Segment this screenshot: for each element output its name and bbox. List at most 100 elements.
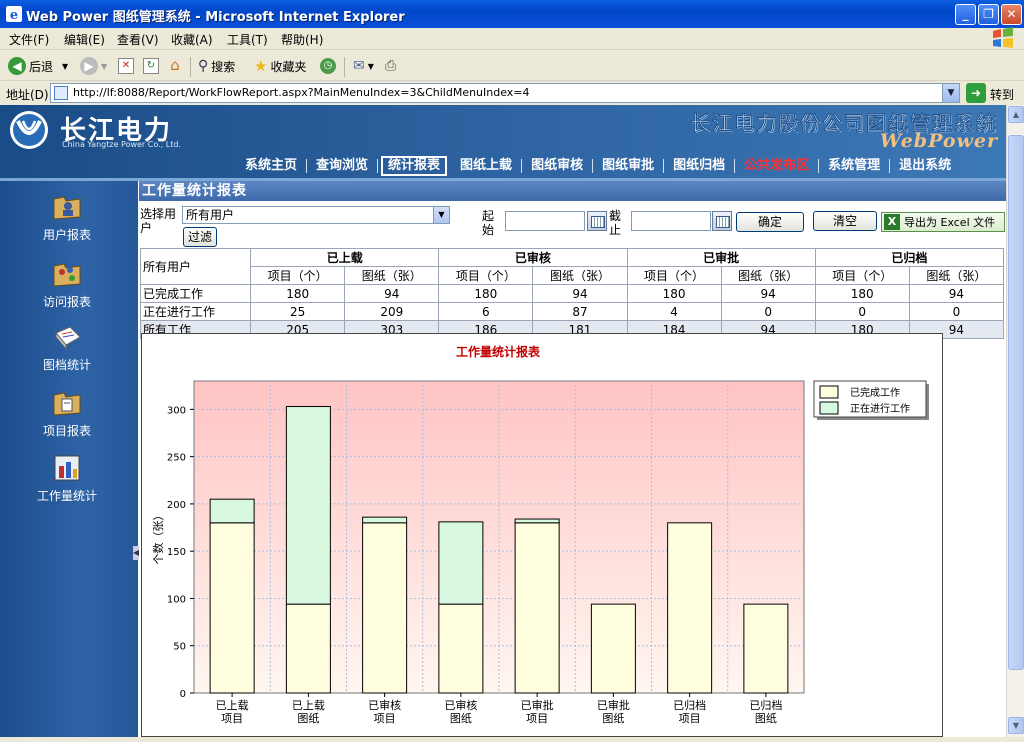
workload-chart: 工作量统计报表 0 50 100 150 200 250 300 个数（张） 已上载 项目 已上载 图纸…	[141, 333, 943, 737]
chevron-down-icon[interactable]: ▼	[433, 207, 449, 223]
filter-button[interactable]: 过滤	[183, 227, 217, 247]
legend-label: 已完成工作	[850, 386, 900, 399]
sidebar-item-workload-stats[interactable]: 工作量统计	[0, 454, 134, 504]
sidebar-item-visit-report[interactable]: 访问报表	[0, 260, 134, 310]
nav-review[interactable]: 图纸审核	[522, 159, 594, 173]
folder-visit-icon	[53, 263, 81, 287]
sidebar-item-project-report[interactable]: 项目报表	[0, 389, 134, 439]
calendar-icon[interactable]	[712, 211, 732, 231]
table-row: 正在进行工作 25 209 6 87 4 0 0 0	[139, 302, 1005, 321]
table-corner-header: 所有用户	[139, 248, 252, 285]
home-icon: ⌂	[170, 56, 180, 74]
sidebar-item-doc-stats[interactable]: 图档统计	[0, 323, 134, 373]
star-icon: ★	[254, 57, 268, 75]
main-content: 工作量统计报表 选择用户 所有用户 ▼ 过滤 起始 截止 确定 清空 X 导出为…	[139, 181, 1006, 737]
scroll-down-icon[interactable]: ▼	[1008, 717, 1024, 734]
go-button[interactable]: 转到	[990, 86, 1014, 103]
table-cell: 180	[250, 284, 346, 303]
menu-help[interactable]: 帮助(H)	[281, 31, 323, 48]
menu-view[interactable]: 查看(V)	[117, 31, 159, 48]
menu-bar: 文件(F) 编辑(E) 查看(V) 收藏(A) 工具(T) 帮助(H)	[0, 28, 1024, 50]
go-arrow-icon[interactable]: ➜	[966, 83, 986, 103]
row-label: 已完成工作	[139, 284, 252, 303]
svg-text:e: e	[10, 8, 18, 22]
chart-bar	[209, 522, 255, 694]
x-tick-label: 已归档	[673, 698, 706, 712]
group-header: 已归档	[814, 248, 1005, 267]
favorites-button[interactable]: ★ 收藏夹	[254, 56, 306, 76]
vertical-scrollbar[interactable]: ▲ ▼	[1006, 105, 1024, 737]
folder-project-icon	[53, 392, 81, 416]
legend-swatch	[819, 401, 839, 415]
history-button[interactable]: ◷	[320, 56, 336, 76]
calendar-icon[interactable]	[587, 211, 607, 231]
sidebar-item-user-report[interactable]: 用户报表	[0, 193, 134, 243]
confirm-button[interactable]: 确定	[736, 212, 804, 232]
document-stats-icon	[55, 326, 81, 351]
end-date-input[interactable]	[631, 211, 711, 231]
x-tick-label: 项目	[679, 712, 701, 725]
menu-tools[interactable]: 工具(T)	[227, 31, 268, 48]
user-select-label: 选择用户	[140, 207, 177, 235]
y-tick-label: 100	[167, 594, 186, 605]
scroll-thumb[interactable]	[1008, 135, 1024, 670]
address-input[interactable]: http://lf:8088/Report/WorkFlowReport.asp…	[50, 83, 960, 103]
nav-home[interactable]: 系统主页	[236, 159, 308, 173]
menu-favorites[interactable]: 收藏(A)	[171, 31, 213, 48]
column-header: 项目（个）	[438, 266, 534, 285]
end-date-label: 截止	[609, 209, 622, 237]
menu-edit[interactable]: 编辑(E)	[64, 31, 105, 48]
nav-archive[interactable]: 图纸归档	[664, 159, 736, 173]
refresh-button[interactable]: ↻	[143, 56, 159, 76]
scroll-up-icon[interactable]: ▲	[1008, 106, 1024, 123]
restore-button[interactable]: ❐	[978, 4, 999, 25]
menu-file[interactable]: 文件(F)	[9, 31, 49, 48]
dropdown-arrow-icon: ▼	[367, 61, 374, 71]
table-cell: 94	[344, 284, 440, 303]
nav-approve[interactable]: 图纸审批	[593, 159, 665, 173]
chart-bar	[362, 522, 408, 694]
address-dropdown-icon[interactable]: ▼	[942, 84, 959, 102]
clear-button[interactable]: 清空	[813, 211, 877, 231]
export-excel-button[interactable]: X 导出为 Excel 文件	[881, 212, 1005, 232]
table-cell: 87	[532, 302, 628, 321]
nav-admin[interactable]: 系统管理	[819, 159, 891, 173]
table-cell: 94	[720, 284, 816, 303]
table-cell: 4	[626, 302, 722, 321]
nav-reports[interactable]: 统计报表	[381, 156, 448, 176]
logo-subtitle: China Yangtze Power Co., Ltd.	[62, 140, 181, 149]
group-header: 已上载	[250, 248, 440, 267]
close-button[interactable]: ✕	[1001, 4, 1022, 25]
chart-bar	[209, 498, 255, 524]
workload-table: 所有用户 已上载 已审核 已审批 已归档 项目（个） 图纸（张） 项目（个） 图…	[139, 248, 1005, 339]
mail-button[interactable]: ✉ ▼	[353, 56, 374, 76]
column-header: 图纸（张）	[908, 266, 1005, 285]
x-tick-label: 已归档	[749, 698, 782, 712]
table-cell: 180	[626, 284, 722, 303]
row-label: 正在进行工作	[139, 302, 252, 321]
column-header: 项目（个）	[250, 266, 346, 285]
y-tick-label: 200	[167, 500, 186, 511]
user-select[interactable]: 所有用户 ▼	[182, 206, 450, 224]
back-button[interactable]: ◀ 后退 ▼	[8, 56, 68, 76]
column-header: 图纸（张）	[720, 266, 816, 285]
print-button[interactable]: ⎙	[385, 56, 396, 76]
start-date-input[interactable]	[505, 211, 585, 231]
site-banner: 长江电力 China Yangtze Power Co., Ltd. 长江电力股…	[0, 105, 1006, 181]
folder-user-icon	[53, 196, 81, 220]
nav-query[interactable]: 查询浏览	[307, 159, 379, 173]
main-nav: 系统主页 查询浏览 统计报表 图纸上载 图纸审核 图纸审批 图纸归档 公共发布区…	[236, 155, 960, 177]
address-url: http://lf:8088/Report/WorkFlowReport.asp…	[73, 86, 530, 99]
stop-button[interactable]: ✕	[118, 56, 134, 76]
table-cell: 180	[814, 284, 910, 303]
nav-public[interactable]: 公共发布区	[735, 159, 820, 173]
x-tick-label: 图纸	[450, 712, 472, 725]
nav-upload[interactable]: 图纸上载	[451, 159, 523, 173]
search-button[interactable]: ⚲ 搜索	[198, 56, 235, 76]
nav-logout[interactable]: 退出系统	[890, 159, 960, 173]
minimize-button[interactable]: _	[955, 4, 976, 25]
x-tick-label: 已审核	[368, 698, 401, 712]
address-label: 地址(D)	[6, 88, 49, 102]
forward-button[interactable]: ▶ ▼	[80, 56, 107, 76]
home-button[interactable]: ⌂	[167, 56, 183, 76]
